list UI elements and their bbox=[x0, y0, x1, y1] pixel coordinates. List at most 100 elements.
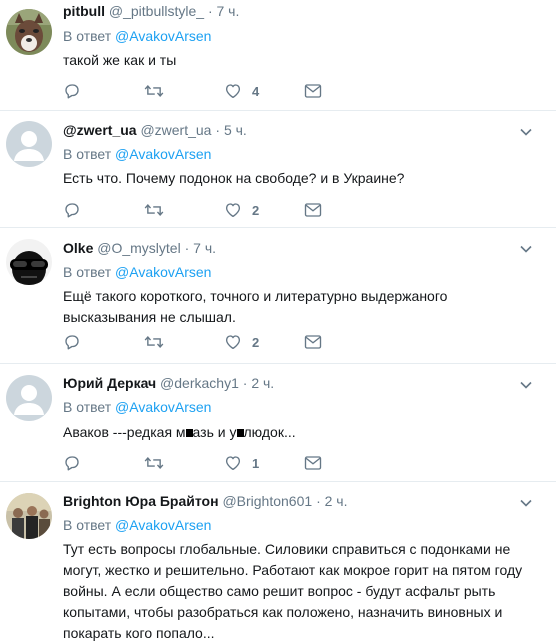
tweet-actions: 2 bbox=[63, 332, 363, 352]
direct-message-button[interactable] bbox=[304, 332, 322, 352]
tweet-actions: 2 bbox=[63, 200, 363, 220]
reply-prefix: В ответ bbox=[63, 399, 112, 415]
separator-dot: · bbox=[242, 375, 248, 391]
reply-button[interactable] bbox=[63, 81, 81, 101]
tweet-4[interactable]: Юрий Деркач @derkachy1 · 2 ч. В ответ @A… bbox=[0, 364, 556, 482]
like-button[interactable]: 1 bbox=[224, 453, 259, 473]
tweet-actions: 1 bbox=[63, 453, 363, 473]
tweet-header: Юрий Деркач @derkachy1 · 2 ч. bbox=[63, 375, 274, 391]
avatar[interactable] bbox=[6, 375, 52, 421]
retweet-button[interactable] bbox=[144, 81, 164, 101]
user-handle[interactable]: @_pitbullstyle_ bbox=[109, 3, 204, 19]
separator-dot: · bbox=[184, 240, 190, 256]
censor-mark bbox=[185, 429, 193, 438]
avatar[interactable] bbox=[6, 121, 52, 167]
reply-icon bbox=[65, 456, 79, 471]
retweet-icon bbox=[144, 456, 164, 470]
reply-mention-link[interactable]: @AvakovArsen bbox=[115, 264, 211, 280]
like-button[interactable]: 2 bbox=[224, 200, 259, 220]
like-count: 1 bbox=[252, 455, 260, 471]
censor-mark bbox=[236, 429, 244, 438]
avatar[interactable] bbox=[6, 9, 52, 55]
direct-message-button[interactable] bbox=[304, 453, 322, 473]
retweet-button[interactable] bbox=[144, 332, 164, 352]
retweet-icon bbox=[144, 203, 164, 217]
tweet-header: @zwert_ua @zwert_ua · 5 ч. bbox=[63, 122, 247, 138]
heart-icon bbox=[225, 84, 241, 99]
tweet-text: Аваков ---редкая м азь и у людок... bbox=[63, 422, 532, 443]
reply-mention-link[interactable]: @AvakovArsen bbox=[115, 28, 211, 44]
like-count: 4 bbox=[252, 83, 260, 99]
tweet-header: Olke @O_myslytel · 7 ч. bbox=[63, 240, 216, 256]
separator-dot: · bbox=[316, 493, 321, 509]
tweet-3[interactable]: Olke @O_myslytel · 7 ч. В ответ @AvakovA… bbox=[0, 228, 556, 364]
tweet-header: Brighton Юра Брайтон @Brighton601 · 2 ч. bbox=[63, 493, 347, 509]
reply-prefix: В ответ bbox=[63, 146, 112, 162]
timestamp[interactable]: 7 ч. bbox=[193, 240, 216, 256]
user-handle[interactable]: @zwert_ua bbox=[140, 122, 211, 138]
reply-mention-link[interactable]: @AvakovArsen bbox=[115, 517, 211, 533]
tweet-text: Есть что. Почему подонок на свободе? и в… bbox=[63, 170, 405, 186]
display-name[interactable]: @zwert_ua bbox=[63, 122, 137, 138]
tweet-1[interactable]: pitbull @_pitbullstyle_ · 7 ч. В ответ @… bbox=[0, 0, 556, 111]
tweet-text-part-3: людок... bbox=[243, 424, 296, 440]
reply-prefix: В ответ bbox=[63, 28, 112, 44]
tweet-text-part-2: азь и у bbox=[192, 424, 237, 440]
timestamp[interactable]: 5 ч. bbox=[224, 122, 247, 138]
envelope-icon bbox=[304, 203, 322, 217]
reply-context: В ответ @AvakovArsen bbox=[63, 399, 211, 415]
tweet-2[interactable]: @zwert_ua @zwert_ua · 5 ч. В ответ @Avak… bbox=[0, 111, 556, 228]
display-name[interactable]: Юрий Деркач bbox=[63, 375, 156, 391]
like-count: 2 bbox=[252, 334, 260, 350]
reply-button[interactable] bbox=[63, 332, 81, 352]
timestamp[interactable]: 2 ч. bbox=[251, 375, 274, 391]
tweet-text: такой же как и ты bbox=[63, 52, 177, 68]
heart-icon bbox=[225, 456, 241, 471]
chevron-down-icon[interactable] bbox=[520, 376, 532, 394]
reply-icon bbox=[65, 335, 79, 350]
retweet-icon bbox=[144, 335, 164, 349]
like-button[interactable]: 2 bbox=[224, 332, 259, 352]
reply-button[interactable] bbox=[63, 200, 81, 220]
user-handle[interactable]: @Brighton601 bbox=[222, 493, 312, 509]
tweet-5[interactable]: Brighton Юра Брайтон @Brighton601 · 2 ч.… bbox=[0, 482, 556, 641]
envelope-icon bbox=[304, 84, 322, 98]
reply-context: В ответ @AvakovArsen bbox=[63, 28, 211, 44]
reply-context: В ответ @AvakovArsen bbox=[63, 146, 211, 162]
reply-button[interactable] bbox=[63, 453, 81, 473]
user-handle[interactable]: @O_myslytel bbox=[97, 240, 180, 256]
like-button[interactable]: 4 bbox=[224, 81, 259, 101]
reply-mention-link[interactable]: @AvakovArsen bbox=[115, 146, 211, 162]
display-name[interactable]: pitbull bbox=[63, 3, 105, 19]
retweet-icon bbox=[144, 84, 164, 98]
reply-mention-link[interactable]: @AvakovArsen bbox=[115, 399, 211, 415]
tweet-text: Ещё такого короткого, точного и литерату… bbox=[63, 288, 448, 325]
timestamp[interactable]: 2 ч. bbox=[325, 493, 348, 509]
envelope-icon bbox=[304, 335, 322, 349]
separator-dot: · bbox=[215, 122, 221, 138]
avatar[interactable] bbox=[6, 239, 52, 285]
chevron-down-icon[interactable] bbox=[520, 494, 532, 512]
timestamp[interactable]: 7 ч. bbox=[217, 3, 240, 19]
reply-prefix: В ответ bbox=[63, 264, 112, 280]
direct-message-button[interactable] bbox=[304, 81, 322, 101]
chevron-down-icon[interactable] bbox=[520, 240, 532, 258]
separator-dot: · bbox=[207, 3, 213, 19]
heart-icon bbox=[225, 203, 241, 218]
display-name[interactable]: Brighton Юра Брайтон bbox=[63, 493, 219, 509]
tweet-actions: 4 bbox=[63, 81, 363, 101]
chevron-down-icon[interactable] bbox=[520, 123, 532, 141]
envelope-icon bbox=[304, 456, 322, 470]
direct-message-button[interactable] bbox=[304, 200, 322, 220]
retweet-button[interactable] bbox=[144, 200, 164, 220]
tweet-text-part-1: Аваков ---редкая м bbox=[63, 424, 186, 440]
user-handle[interactable]: @derkachy1 bbox=[160, 375, 239, 391]
reply-icon bbox=[65, 84, 79, 99]
avatar[interactable] bbox=[6, 493, 52, 539]
retweet-button[interactable] bbox=[144, 453, 164, 473]
reply-icon bbox=[65, 203, 79, 218]
display-name[interactable]: Olke bbox=[63, 240, 93, 256]
reply-prefix: В ответ bbox=[63, 517, 112, 533]
heart-icon bbox=[225, 335, 241, 350]
like-count: 2 bbox=[252, 202, 260, 218]
